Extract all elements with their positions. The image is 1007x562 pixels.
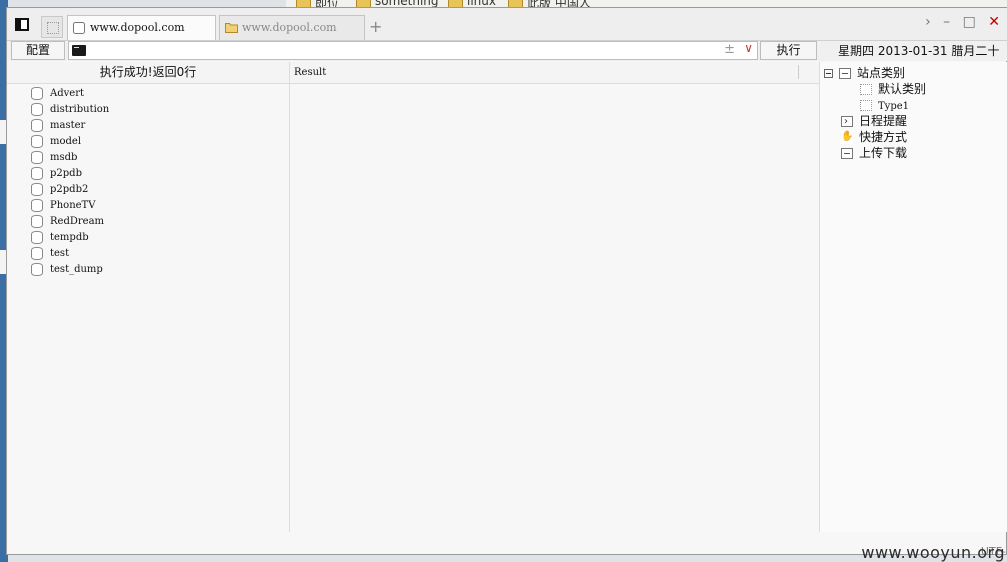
execute-button[interactable]: 执行	[760, 41, 817, 60]
result-panel: Result	[290, 62, 820, 532]
app-window: www.dopool.com www.dopool.com + › – □ ✕ …	[6, 7, 1007, 558]
database-item[interactable]: PhoneTV	[7, 198, 289, 214]
database-item[interactable]: test	[7, 246, 289, 262]
column-divider[interactable]	[798, 65, 799, 79]
tab-label: www.dopool.com	[90, 21, 185, 34]
database-item[interactable]: Advert	[7, 86, 289, 102]
tree-node-upload-download[interactable]: 上传下载	[841, 145, 907, 161]
category-icon	[860, 84, 872, 95]
result-column-label: Result	[294, 67, 327, 78]
database-icon	[31, 103, 43, 116]
site-tree: 站点类别 默认类别 Type1 日程提醒 快捷方式 上传下载	[820, 62, 1007, 532]
database-label: Advert	[50, 88, 84, 99]
database-item[interactable]: tempdb	[7, 230, 289, 246]
tree-node-shortcuts[interactable]: 快捷方式	[841, 129, 907, 145]
database-panel: 执行成功!返回0行 Advert distribution master model m…	[7, 62, 290, 532]
date-display: 星期四 2013-01-31 腊月二十	[838, 44, 1000, 58]
new-tab-placeholder-icon[interactable]	[41, 16, 63, 38]
folder-icon	[225, 23, 238, 33]
database-icon	[31, 183, 43, 196]
query-status: 执行成功!返回0行	[7, 62, 289, 84]
transfer-icon	[841, 148, 853, 159]
chevron-right-icon[interactable]: ›	[925, 14, 935, 30]
result-header: Result	[290, 62, 819, 84]
category-icon	[839, 68, 851, 79]
watermark: www.wooyun.org	[861, 543, 1005, 562]
database-label: test	[50, 248, 70, 259]
tree-node-site-category[interactable]: 站点类别	[824, 65, 905, 81]
sidebar-toggle-icon[interactable]	[15, 18, 29, 31]
database-icon	[31, 263, 43, 276]
config-button[interactable]: 配置	[11, 41, 65, 60]
hand-icon	[841, 129, 853, 145]
database-icon	[31, 119, 43, 132]
tree-node-label: 快捷方式	[859, 130, 908, 144]
database-icon	[31, 87, 43, 100]
database-icon	[31, 151, 43, 164]
tab-inactive[interactable]: www.dopool.com	[219, 15, 365, 40]
database-item[interactable]: test_dump	[7, 262, 289, 278]
database-item[interactable]: p2pdb	[7, 166, 289, 182]
database-item[interactable]: msdb	[7, 150, 289, 166]
database-icon	[31, 135, 43, 148]
database-label: msdb	[50, 152, 78, 163]
command-input[interactable]	[91, 43, 705, 60]
database-icon	[31, 167, 43, 180]
window-controls: › – □ ✕	[925, 14, 1004, 30]
database-icon	[31, 231, 43, 244]
database-label: model	[50, 136, 82, 147]
tree-node-label: 日程提醒	[859, 114, 908, 128]
database-icon	[31, 247, 43, 260]
database-item[interactable]: p2pdb2	[7, 182, 289, 198]
database-label: p2pdb2	[50, 184, 89, 195]
tree-node-label: 上传下载	[859, 146, 908, 160]
database-list: Advert distribution master model msdb p2pdb p2…	[7, 84, 289, 278]
collapse-icon[interactable]	[824, 69, 833, 78]
database-item[interactable]: model	[7, 134, 289, 150]
tab-bar: www.dopool.com www.dopool.com + › – □ ✕	[7, 8, 1007, 41]
database-label: RedDream	[50, 216, 105, 227]
chevron-down-icon[interactable]: ∨	[744, 41, 753, 55]
plus-minus-icon[interactable]: ±	[724, 42, 735, 57]
terminal-icon	[72, 45, 86, 56]
command-box: ± ∨	[68, 41, 758, 60]
command-toolbar: 配置 ± ∨ 执行 星期四 2013-01-31 腊月二十	[7, 41, 1007, 61]
database-label: distribution	[50, 104, 110, 115]
tree-node-type1[interactable]: Type1	[860, 97, 909, 113]
database-label: PhoneTV	[50, 200, 96, 211]
close-icon[interactable]: ✕	[988, 14, 1004, 30]
category-icon	[860, 100, 872, 111]
database-label: tempdb	[50, 232, 89, 243]
database-label: master	[50, 120, 86, 131]
database-icon	[31, 215, 43, 228]
minimize-icon[interactable]: –	[943, 14, 954, 30]
tab-active[interactable]: www.dopool.com	[67, 15, 216, 40]
database-item[interactable]: master	[7, 118, 289, 134]
page-icon	[73, 22, 85, 34]
tree-node-default-category[interactable]: 默认类别	[860, 81, 926, 97]
tree-node-label: Type1	[878, 101, 910, 112]
database-item[interactable]: RedDream	[7, 214, 289, 230]
database-label: test_dump	[50, 264, 103, 275]
database-item[interactable]: distribution	[7, 102, 289, 118]
add-tab-icon[interactable]: +	[369, 17, 382, 36]
clock-icon	[841, 114, 853, 130]
tab-label: www.dopool.com	[242, 21, 337, 34]
tree-node-label: 默认类别	[878, 82, 927, 96]
maximize-icon[interactable]: □	[963, 14, 980, 30]
database-label: p2pdb	[50, 168, 82, 179]
tree-node-label: 站点类别	[857, 66, 906, 80]
database-icon	[31, 199, 43, 212]
tree-node-schedule[interactable]: 日程提醒	[841, 113, 908, 130]
